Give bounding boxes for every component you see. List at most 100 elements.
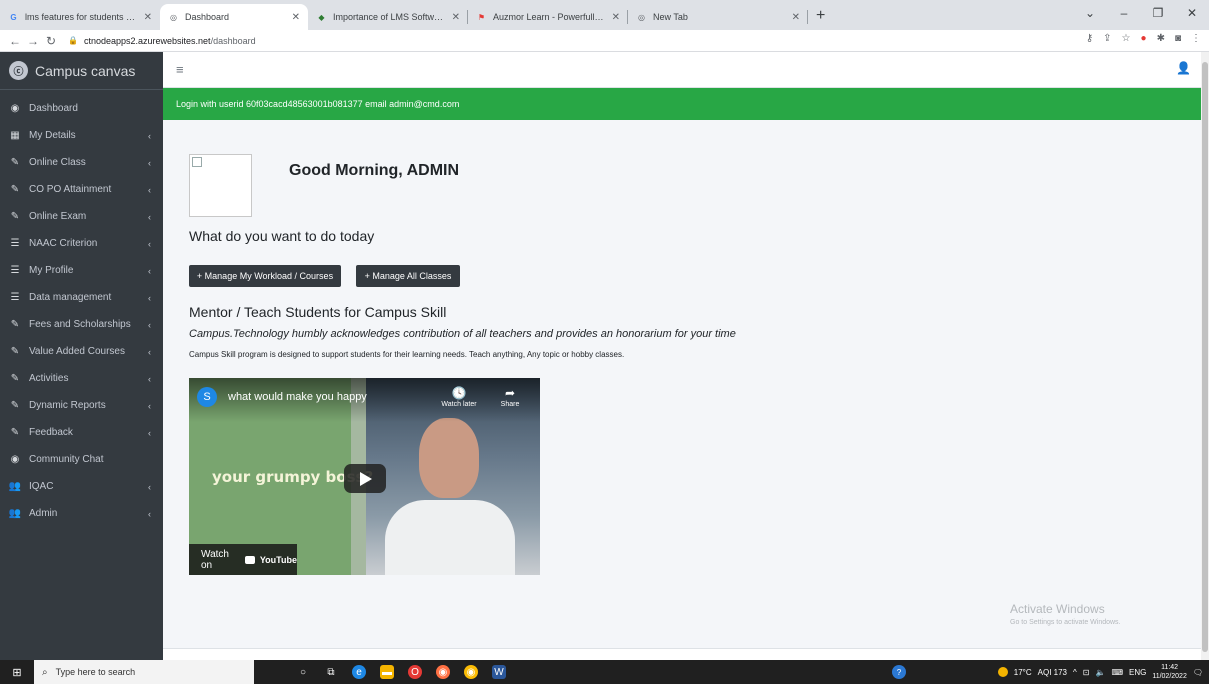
clock-time: 11:42	[1161, 664, 1179, 671]
sidebar-item-co-po-attainment[interactable]: ✎ CO PO Attainment ‹	[0, 176, 163, 203]
sidebar-item-naac-criterion[interactable]: ☰ NAAC Criterion ‹	[0, 230, 163, 257]
notification-icon[interactable]: 🗨	[1193, 668, 1203, 677]
user-icon[interactable]: 👤	[1176, 61, 1191, 75]
chevron-left-icon: ‹	[148, 400, 151, 411]
chevron-left-icon: ‹	[148, 130, 151, 141]
play-button-icon[interactable]	[344, 464, 386, 493]
acknowledgement-text: Campus.Technology humbly acknowledges co…	[189, 328, 736, 340]
opera-icon[interactable]: O	[408, 665, 422, 679]
system-tray: 17°C AQI 173 ^ ⊡ 🔈 ⌨ ENG 11:42 11/02/202…	[997, 660, 1209, 684]
weather-aqi[interactable]: AQI 173	[1038, 668, 1067, 677]
close-icon[interactable]: ✕	[292, 12, 300, 23]
profile-icon[interactable]: ◙	[1175, 33, 1181, 44]
forward-icon[interactable]: →	[24, 34, 42, 48]
video-thumbnail-face	[419, 418, 479, 498]
page-footer	[163, 648, 1201, 660]
sidebar-item-iqac[interactable]: 👥 IQAC ‹	[0, 473, 163, 500]
sidebar-item-feedback[interactable]: ✎ Feedback ‹	[0, 419, 163, 446]
search-icon: ⌕	[42, 666, 48, 678]
channel-avatar[interactable]: S	[197, 387, 217, 407]
sidebar-item-online-class[interactable]: ✎ Online Class ‹	[0, 149, 163, 176]
watch-later-button[interactable]: 🕓 Watch later	[439, 386, 479, 408]
taskbar-search[interactable]: ⌕ Type here to search	[34, 660, 254, 684]
keyboard-icon[interactable]: ⌨	[1111, 668, 1123, 677]
reload-icon[interactable]: ↻	[42, 34, 60, 48]
sidebar-item-community-chat[interactable]: ◉ Community Chat	[0, 446, 163, 473]
close-icon[interactable]: ✕	[612, 12, 620, 23]
minimize-icon[interactable]: –	[1107, 6, 1141, 20]
sidebar-item-dashboard[interactable]: ◉ Dashboard	[0, 95, 163, 122]
sidebar-item-label: Dashboard	[29, 103, 78, 114]
video-thumbnail-uniform	[385, 500, 515, 575]
share-icon[interactable]: ⇪	[1103, 33, 1111, 44]
close-icon[interactable]: ✕	[144, 12, 152, 23]
task-view-icon[interactable]: ⧉	[324, 665, 338, 679]
list-icon: ☰	[10, 265, 20, 276]
list-icon: ☰	[10, 292, 20, 303]
sidebar-item-online-exam[interactable]: ✎ Online Exam ‹	[0, 203, 163, 230]
word-icon[interactable]: W	[492, 665, 506, 679]
windows-taskbar: ⊞ ⌕ Type here to search ○ ⧉ e ▬ O ◉ ◉ W …	[0, 660, 1209, 684]
sidebar-item-activities[interactable]: ✎ Activities ‹	[0, 365, 163, 392]
chevron-up-icon[interactable]: ^	[1073, 668, 1077, 677]
clock[interactable]: 11:42 11/02/2022	[1152, 663, 1187, 681]
browser-tab-bar: G lms features for students - Goog ✕ ◎ D…	[0, 0, 1209, 30]
chevron-left-icon: ‹	[148, 346, 151, 357]
users-icon: 👥	[8, 481, 22, 492]
watch-later-label: Watch later	[441, 401, 477, 408]
share-button[interactable]: ➦ Share	[495, 386, 525, 408]
windows-start-icon[interactable]: ⊞	[0, 666, 34, 679]
video-title[interactable]: what would make you happy	[228, 391, 367, 403]
sidebar-item-my-details[interactable]: ▦ My Details ‹	[0, 122, 163, 149]
sidebar-item-label: My Profile	[29, 265, 74, 276]
browser-tab[interactable]: ⚑ Auzmor Learn - Powerfully Simpl ✕	[468, 4, 628, 30]
chevron-down-icon[interactable]: ⌄	[1073, 6, 1107, 20]
chrome-icon[interactable]: ◉	[464, 665, 478, 679]
volume-icon[interactable]: 🔈	[1095, 668, 1105, 677]
scrollbar-thumb[interactable]	[1202, 62, 1208, 652]
close-window-icon[interactable]: ✕	[1175, 6, 1209, 20]
watch-on-youtube-button[interactable]: Watch on YouTube	[189, 544, 297, 575]
brand[interactable]: ⓒ Campus canvas	[0, 52, 163, 90]
close-icon[interactable]: ✕	[792, 12, 800, 23]
weather-temp[interactable]: 17°C	[1014, 668, 1032, 677]
question-text: What do you want to do today	[189, 228, 375, 244]
restore-icon[interactable]: ❐	[1141, 6, 1175, 20]
network-icon[interactable]: ⊡	[1083, 668, 1090, 677]
extension-icon[interactable]: ●	[1141, 33, 1147, 44]
browser-tab[interactable]: G lms features for students - Goog ✕	[0, 4, 160, 30]
browser-tab[interactable]: ◆ Importance of LMS Software Du ✕	[308, 4, 468, 30]
close-icon[interactable]: ✕	[452, 12, 460, 23]
sidebar-item-data-management[interactable]: ☰ Data management ‹	[0, 284, 163, 311]
chevron-left-icon: ‹	[148, 319, 151, 330]
cortana-icon[interactable]: ○	[296, 665, 310, 679]
sidebar-item-fees-and-scholarships[interactable]: ✎ Fees and Scholarships ‹	[0, 311, 163, 338]
sidebar-item-value-added-courses[interactable]: ✎ Value Added Courses ‹	[0, 338, 163, 365]
scrollbar[interactable]	[1201, 52, 1209, 660]
sidebar-item-admin[interactable]: 👥 Admin ‹	[0, 500, 163, 527]
top-navbar: ≡ 👤	[163, 52, 1201, 88]
file-explorer-icon[interactable]: ▬	[380, 665, 394, 679]
back-icon[interactable]: ←	[6, 34, 24, 48]
broken-image-icon	[192, 157, 202, 167]
browser-tab-active[interactable]: ◎ Dashboard ✕	[160, 4, 308, 30]
manage-classes-button[interactable]: + Manage All Classes	[356, 265, 460, 287]
new-tab-button[interactable]: +	[808, 7, 833, 30]
puzzle-icon[interactable]: ✱	[1157, 33, 1165, 44]
sidebar-item-my-profile[interactable]: ☰ My Profile ‹	[0, 257, 163, 284]
manage-workload-button[interactable]: + Manage My Workload / Courses	[189, 265, 341, 287]
youtube-video-embed[interactable]: S what would make you happy 🕓 Watch late…	[189, 378, 540, 575]
menu-dots-icon[interactable]: ⋮	[1191, 33, 1201, 44]
sidebar-item-dynamic-reports[interactable]: ✎ Dynamic Reports ‹	[0, 392, 163, 419]
language-label[interactable]: ENG	[1129, 668, 1146, 677]
firefox-icon[interactable]: ◉	[436, 665, 450, 679]
edit-icon: ✎	[10, 157, 20, 168]
hamburger-menu-icon[interactable]: ≡	[176, 62, 184, 77]
edge-icon[interactable]: e	[352, 665, 366, 679]
url-field[interactable]: 🔒 ctnodeapps2.azurewebsites.net/dashboar…	[68, 36, 256, 46]
edit-icon: ✎	[10, 184, 20, 195]
key-icon[interactable]: ⚷	[1086, 33, 1093, 44]
star-icon[interactable]: ☆	[1122, 33, 1131, 44]
browser-tab[interactable]: ◎ New Tab ✕	[628, 4, 808, 30]
help-icon[interactable]: ?	[892, 665, 906, 679]
